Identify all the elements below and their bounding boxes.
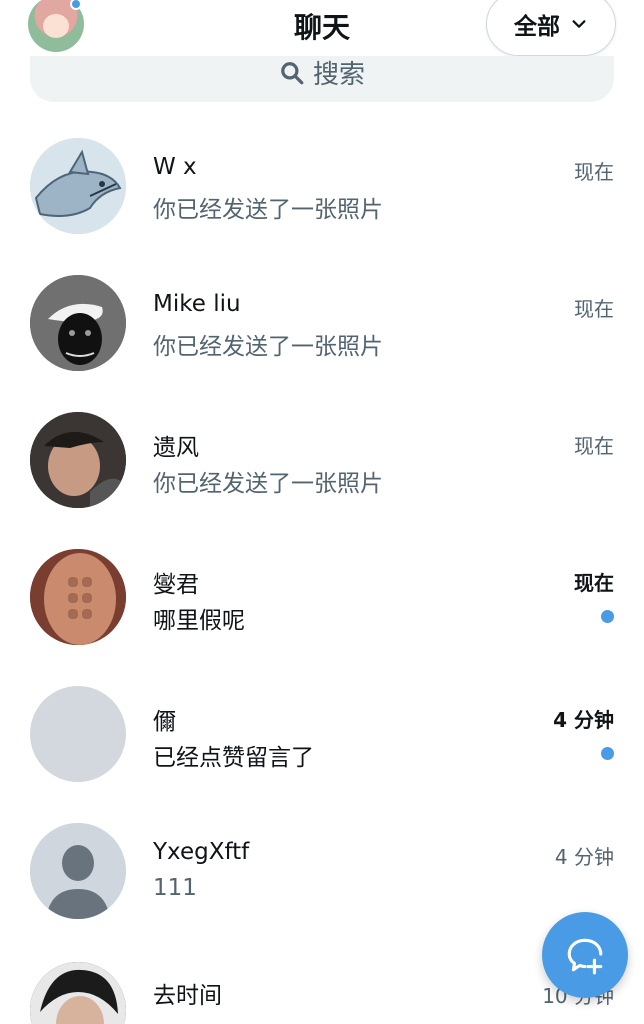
chat-name: 燮君 — [153, 572, 199, 598]
avatar — [30, 549, 126, 645]
new-message-icon — [567, 938, 603, 975]
chevron-down-icon — [572, 20, 586, 28]
avatar — [30, 686, 126, 782]
chat-name: YxegXftf — [153, 839, 250, 865]
chat-time: 4 分钟 — [554, 845, 614, 869]
chat-time: 现在 — [574, 571, 614, 595]
chat-name: Mike liu — [153, 291, 241, 317]
chat-name: 遗风 — [153, 435, 199, 461]
chat-preview: 哪里假呢 — [153, 608, 245, 634]
chat-time: 现在 — [574, 160, 614, 184]
shark-avatar-image — [30, 138, 126, 234]
filter-label: 全部 — [514, 14, 560, 40]
chat-row[interactable]: W x 现在 你已经发送了一张照片 — [0, 118, 644, 255]
person-avatar-image — [30, 412, 126, 508]
person-avatar-image — [30, 962, 126, 1024]
chat-row[interactable]: 遗风 现在 你已经发送了一张照片 — [0, 392, 644, 529]
avatar — [30, 823, 126, 919]
chat-preview: 111 — [153, 875, 197, 901]
new-message-button[interactable] — [542, 912, 628, 998]
avatar — [30, 138, 126, 234]
unread-dot — [601, 747, 614, 760]
chat-preview: 你已经发送了一张照片 — [153, 471, 383, 497]
avatar — [30, 275, 126, 371]
filter-dropdown[interactable]: 全部 — [486, 0, 616, 56]
search-icon — [281, 61, 304, 84]
chat-name: W x — [153, 154, 197, 180]
top-bar: 聊天 全部 — [0, 0, 644, 56]
chat-time: 现在 — [574, 297, 614, 321]
chat-row[interactable]: Mike liu 现在 你已经发送了一张照片 — [0, 255, 644, 392]
avatar — [30, 412, 126, 508]
cat-avatar-image — [30, 275, 126, 371]
chat-preview: 已经点赞留言了 — [153, 745, 314, 771]
default-user-icon — [30, 823, 126, 919]
chat-row[interactable]: YxegXftf 4 分钟 111 — [0, 803, 644, 940]
chat-row[interactable]: 儞 4 分钟 已经点赞留言了 — [0, 666, 644, 803]
chat-name: 儞 — [153, 709, 176, 735]
chat-time: 现在 — [574, 434, 614, 458]
chat-time: 4 分钟 — [553, 708, 614, 732]
chat-name: 去时间 — [153, 983, 222, 1009]
search-input[interactable]: 搜索 — [30, 56, 614, 102]
unread-dot — [601, 610, 614, 623]
avatar — [30, 962, 126, 1024]
torso-avatar-image — [30, 549, 126, 645]
chat-row[interactable]: 燮君 现在 哪里假呢 — [0, 529, 644, 666]
search-placeholder: 搜索 — [312, 60, 365, 90]
chat-preview: 你已经发送了一张照片 — [153, 334, 383, 360]
chat-preview: 你已经发送了一张照片 — [153, 197, 383, 223]
